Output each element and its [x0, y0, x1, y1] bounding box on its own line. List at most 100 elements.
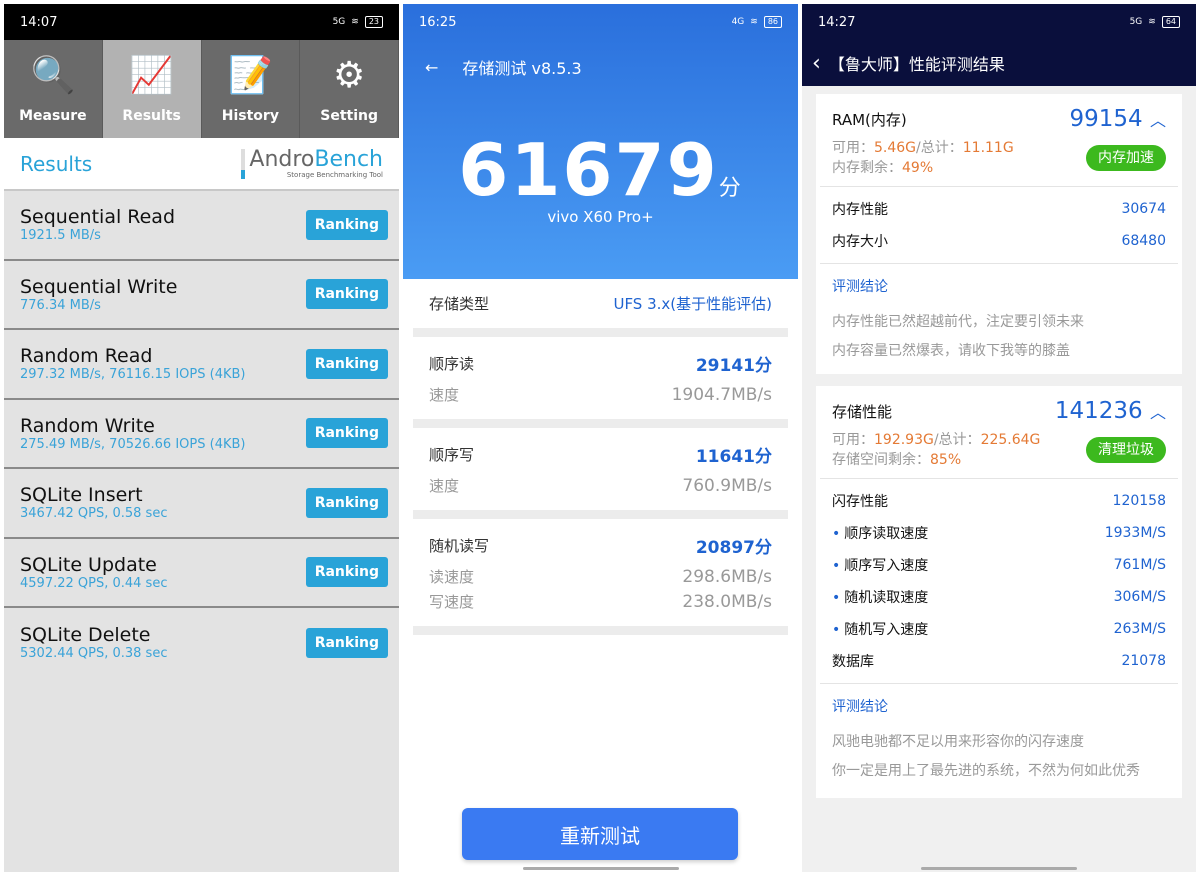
ranking-button[interactable]: Ranking [305, 418, 388, 449]
results-list: Sequential Read 1921.5 MB/s Ranking Sequent… [4, 191, 399, 678]
result-value: 3467.42 QPS, 0.58 sec [20, 506, 168, 522]
magnifier-icon: 🔍 [30, 55, 76, 96]
storage-type-label: 存储类型 [429, 295, 490, 313]
storage-score: 141236 [1054, 398, 1143, 424]
result-name: Sequential Write [20, 275, 178, 298]
seq-write-label: 顺序写 [429, 446, 475, 464]
speed-item-value: 761M/S [1113, 557, 1166, 573]
speed-item-value: 263M/S [1113, 621, 1166, 637]
storage-available: 192.93G [874, 432, 934, 448]
ram-remaining: 49% [902, 160, 934, 176]
score-hero: 16:25 4G ≋ 86 ← 存储测试 v8.5.3 61679分 vivo X6… [403, 4, 798, 279]
androbench-screen: 14:07 5G ≋ 23 🔍 Measure 📈 Results 📝 History ⚙… [4, 4, 399, 872]
wifi-icon: ≋ [1148, 17, 1156, 27]
result-name: Sequential Read [20, 206, 176, 229]
result-name: SQLite Update [20, 553, 157, 576]
database-value: 21078 [1121, 653, 1166, 669]
speed-label: 速度 [429, 386, 460, 404]
result-name: SQLite Delete [20, 624, 151, 647]
status-bar: 16:25 4G ≋ 86 [403, 4, 798, 40]
conclusion-line: 你一定是用上了最先进的系统，不然为何如此优秀 [832, 763, 1140, 779]
result-row: SQLite Delete 5302.44 QPS, 0.38 sec Rankin… [4, 608, 399, 678]
result-row: Random Read 297.32 MB/s, 76116.15 IOPS (4… [4, 330, 399, 400]
ram-size-label: 内存大小 [832, 234, 888, 250]
seq-read-card: 顺序读 29141分 速度 1904.7MB/s [413, 337, 788, 428]
remain-label: 内存剩余： [832, 160, 902, 176]
score-value: 61679 [458, 128, 719, 212]
home-indicator[interactable] [921, 867, 1077, 870]
result-value: 5302.44 QPS, 0.38 sec [20, 646, 168, 662]
conclusion-line: 内存性能已然超越前代，注定要引领未来 [832, 314, 1084, 330]
ram-card: RAM(内存) 99154 ︿ 可用：5.46G/总计：11.11G 内存剩余：49… [816, 94, 1182, 374]
tab-bar: 🔍 Measure 📈 Results 📝 History ⚙ Setting [4, 40, 399, 138]
page-title: 存储测试 v8.5.3 [462, 59, 582, 78]
database-label: 数据库 [832, 654, 874, 670]
speed-label: 速度 [429, 477, 460, 495]
logo-subtitle: Storage Benchmarking Tool [286, 170, 383, 179]
flash-perf-value: 120158 [1112, 493, 1166, 509]
page-title: 【鲁大师】性能评测结果 [828, 55, 1005, 74]
logo-text-a: Andro [249, 146, 315, 172]
ram-title: RAM(内存) [832, 110, 907, 129]
page-title: Results [20, 151, 93, 176]
network-icon: 5G [1129, 17, 1143, 27]
seq-read-speed: 1904.7MB/s [671, 384, 772, 405]
status-bar: 14:27 5G ≋ 64 [802, 4, 1196, 40]
home-indicator[interactable] [522, 867, 679, 870]
tab-label: History [221, 108, 279, 124]
result-value: 297.32 MB/s, 76116.15 IOPS (4KB) [20, 367, 246, 383]
ranking-button[interactable]: Ranking [305, 209, 388, 240]
battery-icon: 86 [763, 16, 782, 28]
logo-text-b: Bench [314, 146, 383, 172]
write-speed-label: 写速度 [429, 593, 475, 611]
speed-item-label: 顺序读取速度 [844, 526, 929, 542]
random-write-speed: 238.0MB/s [682, 591, 772, 612]
flash-perf-label: 闪存性能 [832, 494, 888, 510]
storage-type-card: 存储类型 UFS 3.x(基于性能评估) [413, 279, 788, 337]
ranking-button[interactable]: Ranking [305, 627, 388, 658]
clean-junk-button[interactable]: 清理垃圾 [1086, 437, 1166, 463]
conclusion-title: 评测结论 [832, 699, 888, 715]
ram-score: 99154 [1069, 106, 1143, 132]
score-unit: 分 [718, 176, 743, 201]
result-value: 776.34 MB/s [20, 297, 101, 313]
speed-item-label: 顺序写入速度 [844, 558, 929, 574]
back-chevron-icon[interactable]: ‹ [812, 51, 821, 76]
ram-total: 11.11G [962, 140, 1014, 156]
ludashi-screen: 14:27 5G ≋ 64 ‹ 【鲁大师】性能评测结果 RAM(内存) 99154 ︿… [802, 4, 1196, 872]
tab-measure[interactable]: 🔍 Measure [4, 40, 103, 138]
total-score: 61679分 [403, 128, 798, 212]
random-score: 20897分 [695, 538, 772, 558]
ranking-button[interactable]: Ranking [305, 348, 388, 379]
antutu-storage-screen: 16:25 4G ≋ 86 ← 存储测试 v8.5.3 61679分 vivo X6… [403, 4, 798, 872]
memory-boost-button[interactable]: 内存加速 [1086, 145, 1166, 171]
ranking-button[interactable]: Ranking [305, 557, 388, 588]
ranking-button[interactable]: Ranking [305, 487, 388, 518]
result-name: Random Read [20, 345, 153, 368]
speed-item-label: 随机写入速度 [844, 622, 929, 638]
status-time: 14:07 [20, 14, 58, 30]
result-row: Sequential Write 776.34 MB/s Ranking [4, 261, 399, 330]
gear-icon: ⚙ [332, 55, 366, 96]
network-icon: 4G [731, 17, 745, 27]
tab-results[interactable]: 📈 Results [102, 40, 202, 138]
tab-label: Results [122, 108, 181, 124]
storage-title: 存储性能 [832, 402, 893, 421]
tab-setting[interactable]: ⚙ Setting [300, 40, 399, 138]
remain-label: 存储空间剩余： [832, 452, 930, 468]
result-name: SQLite Insert [20, 484, 143, 507]
retest-button[interactable]: 重新测试 [462, 808, 738, 860]
tab-history[interactable]: 📝 History [202, 40, 301, 138]
read-speed-label: 读速度 [429, 568, 475, 586]
seq-write-speed: 760.9MB/s [682, 475, 772, 496]
avail-label: 可用： [832, 432, 874, 448]
ram-size-value: 68480 [1121, 233, 1166, 249]
total-label: /总计： [933, 432, 981, 448]
random-rw-card: 随机读写 20897分 读速度 298.6MB/s 写速度 238.0MB/s [413, 519, 788, 635]
seq-read-score: 29141分 [695, 356, 772, 376]
collapse-chevron-icon[interactable]: ︿ [1150, 111, 1166, 130]
ranking-button[interactable]: Ranking [305, 279, 388, 310]
status-time: 16:25 [419, 14, 457, 30]
back-arrow-icon[interactable]: ← [425, 58, 438, 77]
collapse-chevron-icon[interactable]: ︿ [1150, 403, 1166, 422]
